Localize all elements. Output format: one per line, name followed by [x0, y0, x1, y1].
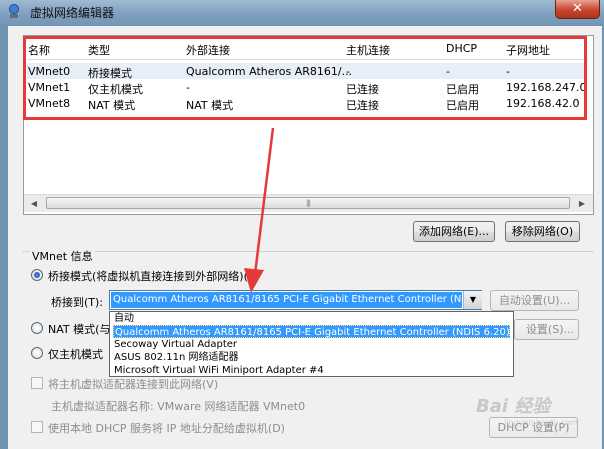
window-title: 虚拟网络编辑器 — [30, 6, 115, 20]
add-network-button[interactable]: 添加网络(E)... — [413, 221, 495, 242]
bridge-adapter-select[interactable]: Qualcomm Atheros AR8161/8165 PCI-E Gigab… — [109, 290, 482, 310]
cell-name: VMnet8 — [28, 97, 71, 110]
cell-external: Qualcomm Atheros AR8161/... — [186, 65, 353, 78]
use-dhcp-checkbox[interactable] — [31, 421, 43, 433]
cell-dhcp: - — [446, 65, 450, 78]
scrollbar-thumb[interactable]: ||| — [46, 197, 570, 209]
column-header-subnet[interactable]: 子网地址 — [506, 42, 550, 58]
cell-subnet: 192.168.42.0 — [506, 97, 580, 110]
network-list[interactable] — [23, 35, 594, 215]
cell-type: 仅主机模式 — [88, 83, 143, 96]
host-only-label[interactable]: 仅主机模式 — [48, 346, 103, 362]
bridged-radio[interactable] — [31, 269, 43, 281]
bridged-label[interactable]: 桥接模式(将虚拟机直接连接到外部网络)(B) — [48, 268, 260, 284]
nat-settings-button[interactable]: 设置(S)... — [514, 319, 579, 340]
horizontal-scrollbar[interactable]: ◀ ||| ▶ — [24, 194, 593, 212]
cell-host: 已连接 — [346, 99, 379, 112]
dropdown-option-secoway[interactable]: Secoway Virtual Adapter — [113, 338, 510, 351]
cell-type: NAT 模式 — [88, 99, 136, 112]
dropdown-option-asus[interactable]: ASUS 802.11n 网络适配器 — [113, 351, 510, 364]
connect-adapter-label: 将主机虚拟适配器连接到此网络(V) — [48, 378, 219, 391]
use-dhcp-label: 使用本地 DHCP 服务将 IP 地址分配给虚拟机(D) — [48, 422, 285, 435]
cell-external: - — [186, 81, 190, 94]
dialog-client-area: 名称 类型 外部连接 主机连接 DHCP 子网地址 VMnet0 桥接模式 Qu… — [8, 26, 602, 449]
watermark-url: jingyan.baidu.com — [504, 418, 578, 427]
cell-dhcp: 已启用 — [446, 83, 479, 96]
column-header-name[interactable]: 名称 — [28, 42, 50, 58]
nat-label[interactable]: NAT 模式(与 — [48, 321, 110, 337]
column-header-type[interactable]: 类型 — [88, 42, 110, 58]
remove-network-button[interactable]: 移除网络(O) — [505, 221, 580, 242]
bridge-adapter-value: Qualcomm Atheros AR8161/8165 PCI-E Gigab… — [111, 292, 462, 308]
connect-adapter-checkbox[interactable] — [31, 377, 43, 389]
cell-subnet: 192.168.247.0 — [506, 81, 587, 94]
bridged-to-label: 桥接到(T): — [51, 296, 104, 309]
group-divider — [22, 251, 594, 252]
vmnet-info-title: VMnet 信息 — [30, 248, 95, 264]
cell-name: VMnet1 — [28, 81, 71, 94]
bridge-adapter-dropdown[interactable]: 自动 Qualcomm Atheros AR8161/8165 PCI-E Gi… — [109, 311, 514, 377]
cell-subnet: - — [506, 65, 510, 78]
title-bar: 虚拟网络编辑器 ✕ — [0, 0, 604, 24]
column-header-dhcp[interactable]: DHCP — [446, 42, 477, 55]
column-header-host[interactable]: 主机连接 — [346, 42, 390, 58]
chevron-down-icon[interactable]: ▼ — [463, 291, 482, 309]
dropdown-option-auto[interactable]: 自动 — [113, 312, 510, 325]
cell-host: 已连接 — [346, 83, 379, 96]
close-button[interactable]: ✕ — [555, 0, 600, 19]
column-header-external[interactable]: 外部连接 — [186, 42, 230, 58]
header-divider — [28, 59, 588, 60]
close-icon: ✕ — [572, 1, 583, 16]
scroll-right-icon[interactable]: ▶ — [575, 197, 589, 210]
dropdown-option-wifi-miniport[interactable]: Microsoft Virtual WiFi Miniport Adapter … — [113, 364, 510, 377]
network-editor-icon — [9, 4, 19, 18]
watermark-logo-text: Bai 经验 — [476, 396, 551, 417]
cell-external: NAT 模式 — [186, 99, 234, 112]
auto-settings-button[interactable]: 自动设置(U)... — [490, 290, 579, 311]
nat-radio[interactable] — [31, 322, 43, 334]
host-only-radio[interactable] — [31, 347, 43, 359]
cell-host: - — [346, 65, 350, 78]
cell-type: 桥接模式 — [88, 67, 132, 80]
scroll-left-icon[interactable]: ◀ — [27, 197, 41, 210]
adapter-name-label: 主机虚拟适配器名称: VMware 网络适配器 VMnet0 — [51, 400, 306, 413]
cell-name: VMnet0 — [28, 65, 71, 78]
baidu-watermark: Bai 经验 jingyan.baidu.com — [476, 392, 588, 427]
cell-dhcp: 已启用 — [446, 99, 479, 112]
dropdown-option-qualcomm[interactable]: Qualcomm Atheros AR8161/8165 PCI-E Gigab… — [113, 325, 510, 338]
